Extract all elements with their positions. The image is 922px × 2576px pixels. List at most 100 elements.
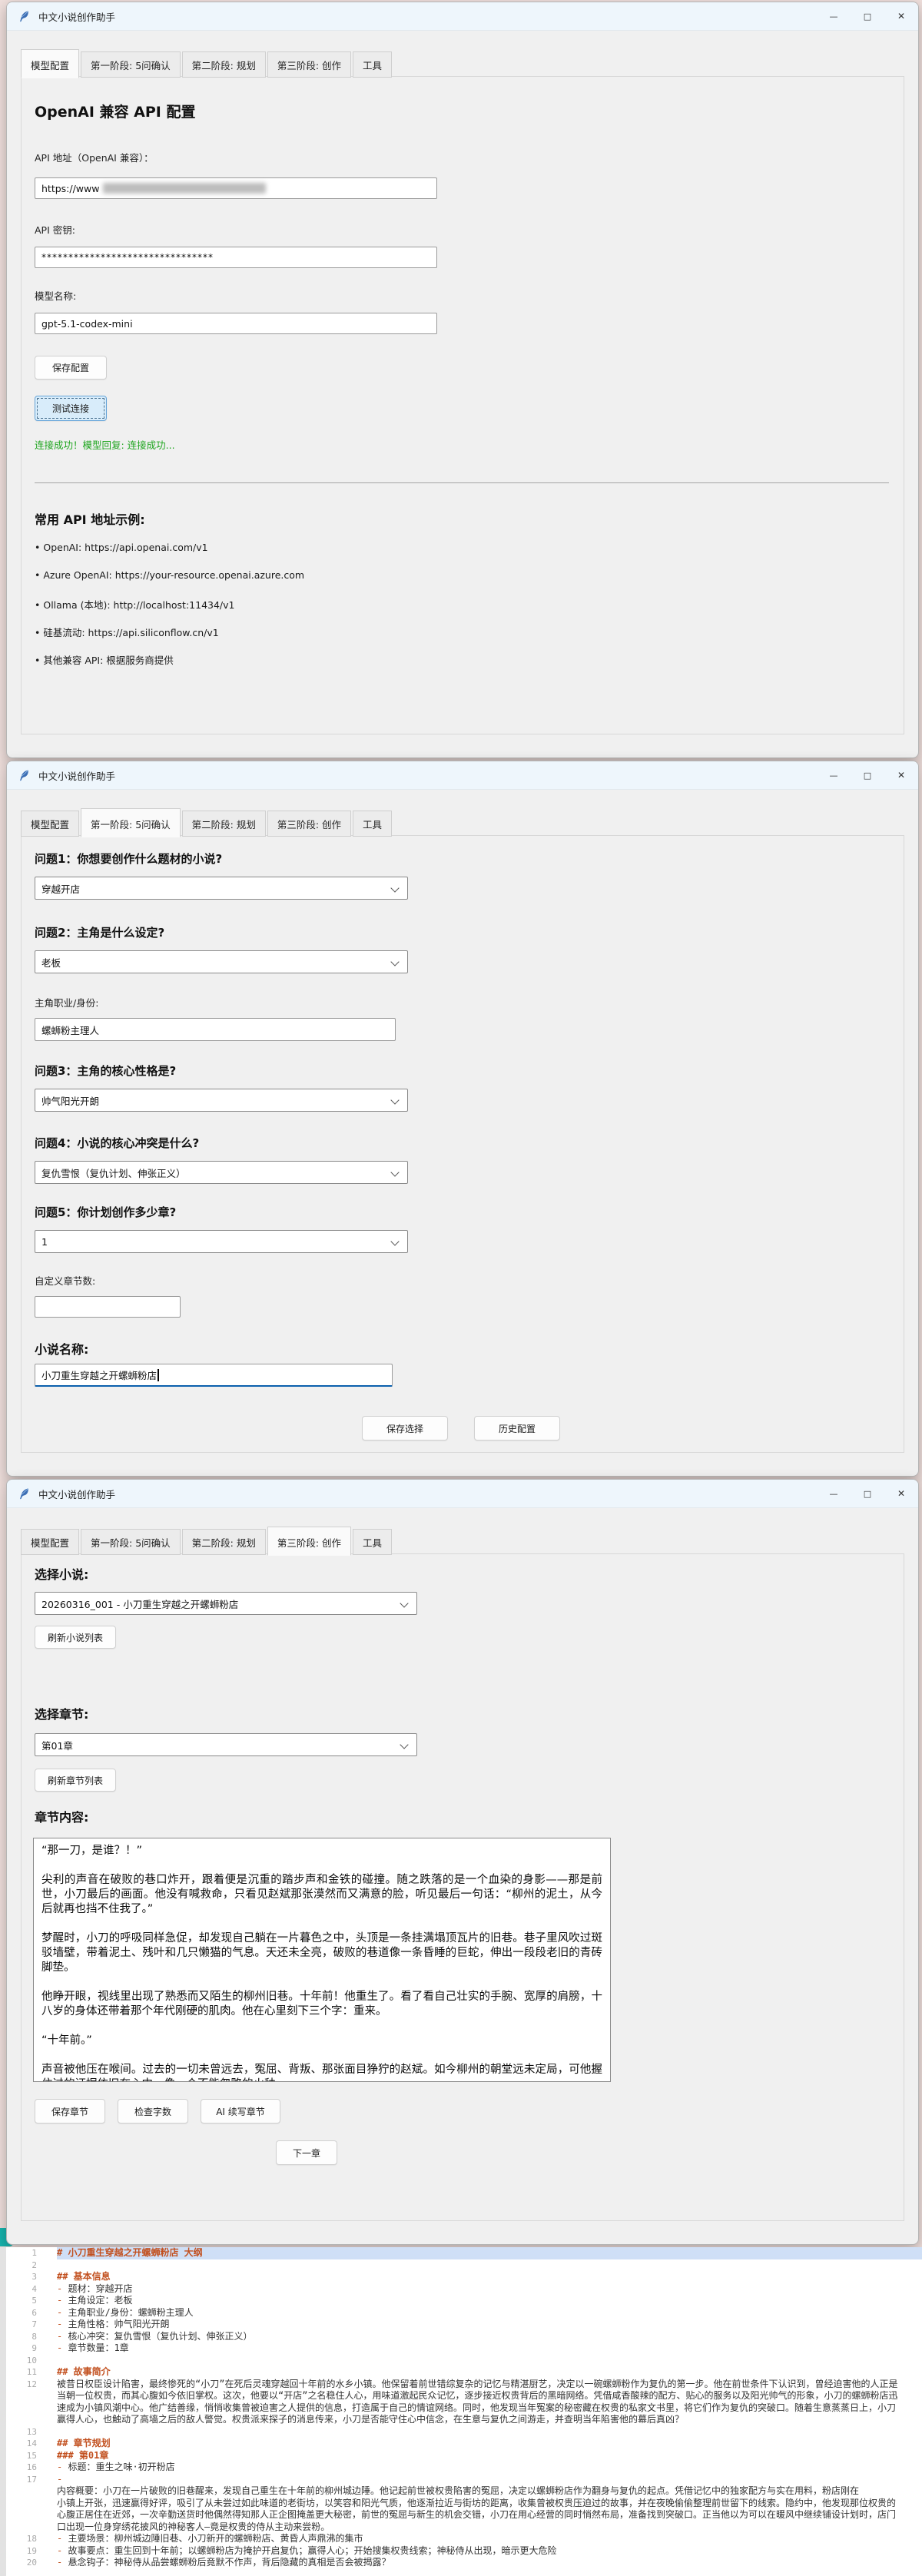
chapter-paragraph: 尖利的声音在破败的巷口炸开，跟着便是沉重的踏步声和金铁的碰撞。随之跌落的是一个血… xyxy=(41,1873,602,1917)
refresh-chapters-button[interactable]: 刷新章节列表 xyxy=(35,1769,116,1792)
line-number: 4 xyxy=(6,2284,57,2294)
tab-stage3[interactable]: 第三阶段: 创作 xyxy=(267,51,351,78)
tab-model-config[interactable]: 模型配置 xyxy=(21,1529,79,1555)
editor-line: - 标题：重生之味·初开粉店 xyxy=(57,2462,175,2474)
novel-name-input[interactable]: 小刀重生穿越之开螺蛳粉店 xyxy=(35,1364,393,1387)
save-config-button[interactable]: 保存配置 xyxy=(35,356,107,380)
api-key-input[interactable]: ******************************** xyxy=(35,247,437,268)
custom-chapters-label: 自定义章节数: xyxy=(35,1273,95,1288)
outline-editor[interactable]: 1# 小刀重生穿越之开螺蛳粉店 大纲 2 3## 基本信息 4- 题材：穿越开店… xyxy=(0,2247,922,2576)
next-chapter-button[interactable]: 下一章 xyxy=(276,2140,337,2165)
chapter-content-textarea[interactable]: “那一刀，是谁？！” 尖利的声音在破败的巷口炸开，跟着便是沉重的踏步声和金铁的碰… xyxy=(33,1838,611,2082)
conflict-select[interactable]: 复仇雪恨（复仇计划、伸张正义） xyxy=(35,1161,408,1184)
word-count-button[interactable]: 检查字数 xyxy=(118,2099,188,2123)
tab-tools[interactable]: 工具 xyxy=(353,51,392,78)
api-url-input[interactable]: https://www xyxy=(35,177,437,199)
close-icon[interactable]: ✕ xyxy=(884,1480,918,1507)
editor-line: 小镇上开张，迅速赢得好评，吸引了从未尝过如此味道的老街坊，以笑容和阳光气质，他逐… xyxy=(57,2498,896,2510)
chapter-paragraph: “那一刀，是谁？！” xyxy=(41,1844,602,1858)
editor-line: - 悬念钩子：神秘侍从品尝螺蛳粉后竟默不作声，背后隐藏的真相是否会被揭露？ xyxy=(57,2557,390,2569)
list-item: 其他兼容 API: 根据服务商提供 xyxy=(35,652,304,680)
tab-model-config[interactable]: 模型配置 xyxy=(21,49,79,78)
window-controls: — □ ✕ xyxy=(817,761,918,789)
editor-line: - 主角设定：老板 xyxy=(57,2295,132,2307)
tab-stage1[interactable]: 第一阶段: 5问确认 xyxy=(81,1529,181,1555)
tab-model-config[interactable]: 模型配置 xyxy=(21,811,79,837)
editor-line: - 章节数量：1章 xyxy=(57,2342,129,2355)
chevron-down-icon xyxy=(390,884,399,892)
python-feather-icon xyxy=(18,1487,31,1500)
ai-continue-button[interactable]: AI 续写章节 xyxy=(201,2099,280,2123)
chapter-select[interactable]: 第01章 xyxy=(35,1733,417,1756)
tab-tools[interactable]: 工具 xyxy=(353,1529,392,1555)
list-item: Azure OpenAI: https://your-resource.open… xyxy=(35,569,304,597)
line-number: 5 xyxy=(6,2296,57,2306)
editor-line: - 主要场景：柳州城边陲旧巷、小刀新开的螺蛳粉店、黄昏人声鼎沸的集市 xyxy=(57,2533,363,2545)
chapter-paragraph: 他睁开眼，视线里出现了熟悉而又陌生的柳州旧巷。十年前！他重生了。看了看自己壮实的… xyxy=(41,1990,602,2019)
line-number: 17 xyxy=(6,2475,57,2485)
chapter-count-select[interactable]: 1 xyxy=(35,1230,408,1253)
line-number: 10 xyxy=(6,2356,57,2365)
minimize-icon[interactable]: — xyxy=(817,761,851,789)
genre-select[interactable]: 穿越开店 xyxy=(35,877,408,900)
list-item: OpenAI: https://api.openai.com/v1 xyxy=(35,542,304,569)
tab-stage1[interactable]: 第一阶段: 5问确认 xyxy=(81,51,181,78)
examples-heading: 常用 API 地址示例: xyxy=(35,509,145,528)
line-number: 20 xyxy=(6,2558,57,2568)
tab-stage3[interactable]: 第三阶段: 创作 xyxy=(267,811,351,837)
minimize-icon[interactable]: — xyxy=(817,1480,851,1507)
novel-select[interactable]: 20260316_001 - 小刀重生穿越之开螺蛳粉店 xyxy=(35,1592,417,1615)
chevron-down-icon xyxy=(390,957,399,966)
close-icon[interactable]: ✕ xyxy=(884,761,918,789)
editor-line: ## 基本信息 xyxy=(57,2271,111,2283)
refresh-novels-button[interactable]: 刷新小说列表 xyxy=(35,1626,116,1649)
occupation-input[interactable]: 螺蛳粉主理人 xyxy=(35,1018,396,1041)
text-caret xyxy=(158,1369,159,1381)
chapter-paragraph: 梦醒时，小刀的呼吸同样急促，却发现自己躺在一片暮色之中，头顶是一条挂满塌顶瓦片的… xyxy=(41,1931,602,1975)
titlebar[interactable]: 中文小说创作助手 — □ ✕ xyxy=(7,2,918,31)
model-name-input[interactable]: gpt-5.1-codex-mini xyxy=(35,313,437,334)
history-config-button[interactable]: 历史配置 xyxy=(474,1416,560,1441)
titlebar[interactable]: 中文小说创作助手 — □ ✕ xyxy=(7,761,918,790)
api-examples-list: OpenAI: https://api.openai.com/v1 Azure … xyxy=(35,542,304,680)
test-connection-button[interactable]: 测试连接 xyxy=(35,396,107,421)
custom-chapters-input[interactable] xyxy=(35,1296,181,1318)
tab-stage1[interactable]: 第一阶段: 5问确认 xyxy=(81,808,181,837)
protagonist-select[interactable]: 老板 xyxy=(35,950,408,973)
line-number: 8 xyxy=(6,2332,57,2342)
line-number: 12 xyxy=(6,2379,57,2389)
save-selection-button[interactable]: 保存选择 xyxy=(362,1416,448,1441)
question3-label: 问题3：主角的核心性格是? xyxy=(35,1063,176,1079)
window-stage1: 中文小说创作助手 — □ ✕ 模型配置 第一阶段: 5问确认 第二阶段: 规划 … xyxy=(6,761,919,1477)
tab-stage2[interactable]: 第二阶段: 规划 xyxy=(182,1529,266,1555)
personality-select[interactable]: 帅气阳光开朗 xyxy=(35,1089,408,1112)
maximize-icon[interactable]: □ xyxy=(851,1480,884,1507)
chevron-down-icon xyxy=(390,1237,399,1245)
editor-line: - 主角性格：帅气阳光开朗 xyxy=(57,2319,169,2331)
editor-line: 赢得人心，也触动了高墙之后的敌人警觉。权贵派来探子的消息传来，小刀是否能守住心中… xyxy=(57,2414,684,2426)
maximize-icon[interactable]: □ xyxy=(851,761,884,789)
editor-line: - 故事要点：重生回到十年前；以螺蛳粉店为掩护开启复仇；赢得人心；开始搜集权贵线… xyxy=(57,2545,556,2558)
titlebar[interactable]: 中文小说创作助手 — □ ✕ xyxy=(7,1480,918,1508)
tab-tools[interactable]: 工具 xyxy=(353,811,392,837)
tab-stage2[interactable]: 第二阶段: 规划 xyxy=(182,51,266,78)
save-chapter-button[interactable]: 保存章节 xyxy=(35,2099,105,2123)
editor-line: 当朝一位权贵，而其心腹如今依旧掌权。这次，他要以“开店”之名稳住人心，用味道激起… xyxy=(57,2390,897,2402)
editor-line: - xyxy=(57,2474,62,2486)
tab-bar: 模型配置 第一阶段: 5问确认 第二阶段: 规划 第三阶段: 创作 工具 xyxy=(21,1526,393,1555)
question5-label: 问题5：你计划创作多少章? xyxy=(35,1204,176,1220)
occupation-label: 主角职业/身份: xyxy=(35,995,98,1010)
maximize-icon[interactable]: □ xyxy=(851,2,884,30)
close-icon[interactable]: ✕ xyxy=(884,2,918,30)
tab-stage2[interactable]: 第二阶段: 规划 xyxy=(182,811,266,837)
minimize-icon[interactable]: — xyxy=(817,2,851,30)
chapter-paragraph: “十年前。” xyxy=(41,2034,602,2048)
window-model-config: 中文小说创作助手 — □ ✕ 模型配置 第一阶段: 5问确认 第二阶段: 规划 … xyxy=(6,2,919,758)
api-key-label: API 密钥: xyxy=(35,222,75,237)
desktop: { "app": { "title": "中文小说创作助手", "control… xyxy=(0,0,922,2576)
line-number: 13 xyxy=(6,2427,57,2437)
tab-stage3[interactable]: 第三阶段: 创作 xyxy=(267,1527,351,1556)
redacted-api-url xyxy=(103,183,266,194)
list-item: 硅基流动: https://api.siliconflow.cn/v1 xyxy=(35,625,304,652)
line-number: 3 xyxy=(6,2272,57,2282)
